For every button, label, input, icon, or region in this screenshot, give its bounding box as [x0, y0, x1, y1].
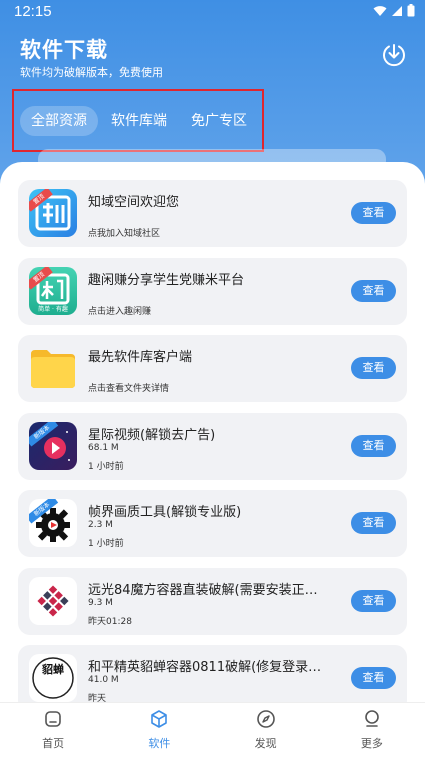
- page-title: 软件下载: [20, 38, 108, 62]
- view-button[interactable]: 查看: [351, 357, 396, 379]
- app-description: 点击进入趣闲赚: [88, 306, 152, 317]
- app-updated-time: 1 小时前: [88, 461, 124, 472]
- nav-label: 更多: [360, 737, 383, 750]
- list-item[interactable]: 简单 · 有趣 置顶 趣闲赚分享学生党赚米平台 点击进入趣闲赚 查看: [18, 257, 407, 325]
- category-tabs: 全部资源 软件库端 免广专区: [12, 89, 264, 152]
- view-button[interactable]: 查看: [351, 512, 396, 534]
- list-item[interactable]: 新版本 星际视频(解锁去广告) 68.1 M 1 小时前 查看: [18, 412, 407, 480]
- view-button[interactable]: 查看: [351, 202, 396, 224]
- nav-more[interactable]: 更多: [319, 703, 425, 757]
- app-size: 9.3 M: [88, 597, 113, 608]
- tab-software-library[interactable]: 软件库端: [100, 106, 178, 136]
- app-name: 帧界画质工具(解锁专业版): [88, 505, 242, 520]
- app-icon-gear: 新版本: [29, 499, 77, 547]
- cube-icon: [151, 710, 168, 728]
- list-item[interactable]: 远光84魔方容器直装破解(需要安装正版游... 9.3 M 昨天01:28 查看: [18, 567, 407, 635]
- app-icon-zhiyu: 置顶: [29, 189, 77, 237]
- app-name: 星际视频(解锁去广告): [88, 427, 216, 443]
- battery-icon: [407, 4, 415, 17]
- app-name: 远光84魔方容器直装破解(需要安装正版游...: [88, 582, 328, 598]
- nav-home[interactable]: 首页: [0, 703, 106, 757]
- app-description: 点我加入知域社区: [88, 229, 161, 239]
- home-icon: [45, 711, 61, 727]
- nav-label: 软件: [148, 737, 171, 750]
- app-size: 2.3 M: [88, 520, 113, 530]
- cube-logo-icon: [37, 584, 69, 617]
- list-item[interactable]: 置顶 知域空间欢迎您 点我加入知域社区 查看: [18, 180, 407, 247]
- nav-label: 首页: [42, 737, 65, 750]
- nav-label: 发现: [254, 737, 277, 750]
- status-time: 12:15: [14, 3, 52, 20]
- app-name: 知域空间欢迎您: [88, 195, 180, 210]
- app-size: 68.1 M: [88, 442, 119, 453]
- list-item[interactable]: 貂蝉 和平精英貂蝉容器0811破解(修复登录闪... 41.0 M 昨天 查看: [18, 645, 407, 702]
- app-description: 点击查看文件夹详情: [88, 384, 170, 394]
- nav-discover[interactable]: 发现: [213, 703, 319, 757]
- app-size: 41.0 M: [88, 675, 119, 685]
- app-icon-caption: 简单 · 有趣: [38, 305, 68, 313]
- calligraphy-logo-icon: [32, 657, 74, 699]
- view-button[interactable]: 查看: [351, 434, 396, 457]
- app-updated-time: 1 小时前: [88, 539, 124, 549]
- tab-ad-free[interactable]: 免广专区: [180, 106, 258, 136]
- app-name: 最先软件库客户端: [88, 350, 193, 365]
- app-icon-cube: [29, 576, 77, 625]
- app-icon-quxianzhuan: 简单 · 有趣 置顶: [29, 266, 77, 315]
- list-item[interactable]: 新版本 帧界画质工具(解锁专业版) 2.3 M 1 小时前 查看: [18, 490, 407, 557]
- folder-icon: [29, 344, 77, 392]
- compass-icon: [256, 710, 275, 728]
- app-updated-time: 昨天: [88, 694, 107, 702]
- view-button[interactable]: 查看: [351, 667, 396, 689]
- main-panel: 置顶 知域空间欢迎您 点我加入知域社区 查看 简单 · 有趣 置顶 趣闲赚分享学…: [0, 162, 425, 702]
- more-icon: [365, 710, 379, 727]
- app-list: 置顶 知域空间欢迎您 点我加入知域社区 查看 简单 · 有趣 置顶 趣闲赚分享学…: [18, 180, 407, 702]
- app-icon-text: 貂蝉: [42, 663, 64, 676]
- signal-icon: [392, 5, 402, 16]
- status-bar: 12:15: [0, 0, 425, 24]
- view-button[interactable]: 查看: [351, 279, 396, 302]
- app-updated-time: 昨天01:28: [88, 616, 132, 627]
- page-subtitle: 软件均为破解版本，免费使用: [20, 66, 163, 79]
- wifi-icon: [373, 5, 387, 16]
- app-icon-diaochan: 貂蝉: [29, 654, 77, 702]
- status-icons: [373, 4, 415, 17]
- list-item[interactable]: 最先软件库客户端 点击查看文件夹详情 查看: [18, 335, 407, 402]
- view-button[interactable]: 查看: [351, 589, 396, 612]
- nav-software[interactable]: 软件: [106, 703, 212, 757]
- app-name: 趣闲赚分享学生党赚米平台: [88, 272, 245, 288]
- app-name: 和平精英貂蝉容器0811破解(修复登录闪...: [88, 660, 328, 675]
- tab-all-resources[interactable]: 全部资源: [20, 105, 98, 136]
- bottom-nav: 首页 软件 发现 更多: [0, 702, 425, 757]
- app-icon-xingji-video: 新版本: [29, 421, 77, 470]
- download-icon[interactable]: [381, 42, 407, 68]
